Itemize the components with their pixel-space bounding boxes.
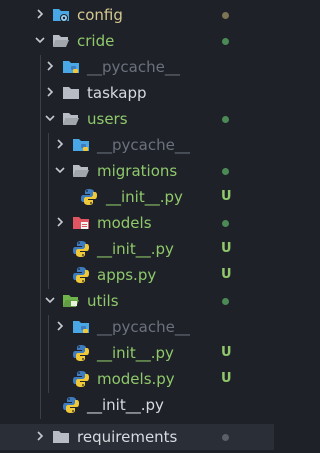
git-status-dot [222,12,229,19]
git-status-dot [222,298,229,305]
python-file-icon [80,188,98,206]
python-file-icon [62,396,80,414]
item-label: taskapp [87,84,147,102]
folder-row-pycache[interactable]: __pycache__ [0,54,274,80]
chevron-right-icon[interactable] [54,215,66,229]
folder-row-migrations[interactable]: migrations [0,158,274,184]
folder-row-users[interactable]: users [0,106,274,132]
python-file-icon [72,344,90,362]
file-row-init-py[interactable]: __init__.py U [0,184,274,210]
chevron-right-icon[interactable] [54,319,66,333]
folder-row-utils[interactable]: utils [0,288,274,314]
git-status-dot [222,168,229,175]
item-label: migrations [97,162,178,180]
item-label: __init__.py [97,240,174,258]
folder-utils-icon [62,292,80,310]
folder-open-icon [72,162,90,180]
chevron-down-icon[interactable] [44,111,56,125]
item-label: __pycache__ [97,318,190,336]
item-label: requirements [77,428,178,446]
folder-python-icon [72,318,90,336]
file-row-init-py[interactable]: __init__.py [0,392,274,418]
folder-row-pycache[interactable]: __pycache__ [0,314,274,340]
item-label: users [87,110,128,128]
item-label: cride [77,32,115,50]
folder-row-cride[interactable]: cride [0,28,274,54]
item-label: apps.py [97,266,157,284]
folder-icon [62,84,80,102]
python-file-icon [72,370,90,388]
git-status-dot [222,220,229,227]
folder-python-icon [72,136,90,154]
folder-row-pycache[interactable]: __pycache__ [0,132,274,158]
folder-icon [52,428,70,446]
folder-gear-icon [52,6,70,24]
file-row-init-py[interactable]: __init__.py U [0,236,274,262]
chevron-down-icon[interactable] [54,163,66,177]
git-untracked-badge: U [221,371,232,386]
item-label: config [77,6,123,24]
file-explorer-tree: config cride __pycache__ taskapp users __pyca… [0,0,274,453]
item-label: utils [87,292,119,310]
item-label: __pycache__ [87,58,180,76]
folder-models-icon [72,214,90,232]
folder-row-config[interactable]: config [0,2,274,28]
folder-open-icon [52,32,70,50]
chevron-right-icon[interactable] [34,7,46,21]
folder-open-icon [62,110,80,128]
item-label: __init__.py [87,396,164,414]
git-untracked-badge: U [221,345,232,360]
folder-row-models[interactable]: models [0,210,274,236]
folder-python-icon [62,58,80,76]
item-label: models [97,214,152,232]
file-row-models-py[interactable]: models.py U [0,366,274,392]
item-label: __init__.py [106,188,183,206]
item-label: __init__.py [97,344,174,362]
item-label: __pycache__ [97,136,190,154]
git-untracked-badge: U [221,267,232,282]
chevron-down-icon[interactable] [34,33,46,47]
file-row-init-py[interactable]: __init__.py U [0,340,274,366]
folder-row-requirements[interactable]: requirements [0,424,274,450]
git-status-dot [222,38,229,45]
chevron-right-icon[interactable] [34,429,46,443]
python-file-icon [72,240,90,258]
item-label: models.py [97,370,175,388]
git-untracked-badge: U [221,241,232,256]
chevron-right-icon[interactable] [44,85,56,99]
folder-row-taskapp[interactable]: taskapp [0,80,274,106]
chevron-down-icon[interactable] [44,293,56,307]
git-untracked-badge: U [221,189,232,204]
git-status-dot [222,434,229,441]
git-status-dot [222,116,229,123]
chevron-right-icon[interactable] [54,137,66,151]
file-row-apps-py[interactable]: apps.py U [0,262,274,288]
python-file-icon [72,266,90,284]
chevron-right-icon[interactable] [44,59,56,73]
